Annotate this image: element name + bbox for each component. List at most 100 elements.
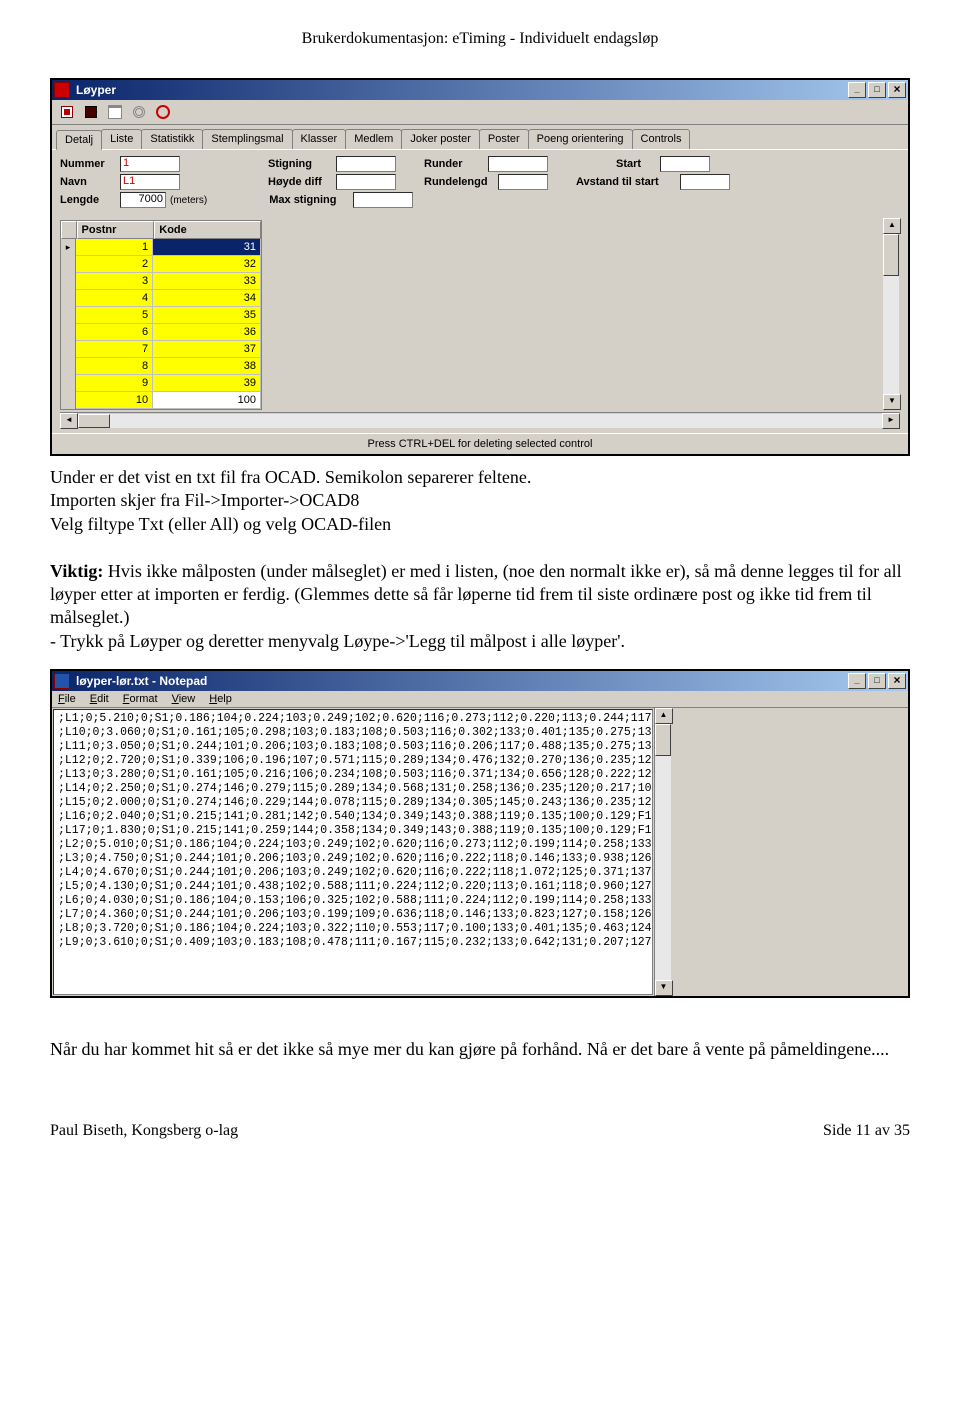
cell-kode[interactable]: 34 [153,290,261,307]
menu-view[interactable]: View [172,693,196,705]
cell-kode[interactable]: 37 [153,341,261,358]
body-text-2: Når du har kommet hit så er det ikke så … [50,1038,910,1061]
cell-postnr[interactable]: 2 [75,256,153,273]
cell-postnr[interactable]: 9 [75,375,153,392]
start-input[interactable] [660,156,710,172]
table-row[interactable]: 434 [61,290,261,307]
table-row[interactable]: 131 [61,239,261,256]
toolbar [52,100,908,125]
tab-joker-poster[interactable]: Joker poster [401,129,480,149]
col-kode[interactable]: Kode [154,221,261,239]
menu-file[interactable]: File [58,693,76,705]
label-start: Start [616,158,656,170]
scroll-right-icon[interactable]: ► [882,413,900,429]
tab-detalj[interactable]: Detalj [56,130,102,150]
maxstig-input[interactable] [353,192,413,208]
nummer-input[interactable]: 1 [120,156,180,172]
footer-left: Paul Biseth, Kongsberg o-lag [50,1122,238,1140]
stop-icon[interactable] [154,103,172,121]
cell-kode[interactable]: 32 [153,256,261,273]
label-navn: Navn [60,176,116,188]
cell-postnr[interactable]: 6 [75,324,153,341]
footer-right: Side 11 av 35 [823,1122,910,1140]
cell-postnr[interactable]: 7 [75,341,153,358]
menu-help[interactable]: Help [209,693,232,705]
cell-kode[interactable]: 35 [153,307,261,324]
runder-input[interactable] [488,156,548,172]
close-button[interactable] [888,82,906,98]
cell-kode[interactable]: 38 [153,358,261,375]
cell-kode[interactable]: 33 [153,273,261,290]
tab-strip: DetaljListeStatistikkStemplingsmalKlasse… [52,125,908,150]
label-lengde: Lengde [60,194,116,206]
table-row[interactable]: 636 [61,324,261,341]
hoyde-input[interactable] [336,174,396,190]
tab-klasser[interactable]: Klasser [292,129,347,149]
navn-input[interactable]: L1 [120,174,180,190]
stigning-input[interactable] [336,156,396,172]
label-stigning: Stigning [268,158,332,170]
menu-format[interactable]: Format [123,693,158,705]
label-rundelengd: Rundelengd [424,176,494,188]
loyper-window: Løyper DetaljListeStatistikkStemplingsma… [50,78,910,456]
tab-statistikk[interactable]: Statistikk [141,129,203,149]
label-maxstig: Max stigning [269,194,349,206]
print-preview-icon[interactable] [130,103,148,121]
table-row[interactable]: 333 [61,273,261,290]
notepad-window: løyper-lør.txt - Notepad File Edit Format V… [50,669,910,998]
table-row[interactable]: 838 [61,358,261,375]
tab-poster[interactable]: Poster [479,129,529,149]
tab-poeng-orientering[interactable]: Poeng orientering [528,129,633,149]
cell-postnr[interactable]: 5 [75,307,153,324]
scroll-left-icon[interactable]: ◄ [60,413,78,429]
print-icon[interactable] [106,103,124,121]
maximize-button[interactable] [868,673,886,689]
menu-bar: File Edit Format View Help [52,691,908,708]
cell-kode[interactable]: 39 [153,375,261,392]
minimize-button[interactable] [848,673,866,689]
doc-header: Brukerdokumentasjon: eTiming - Individue… [50,30,910,48]
rundelengd-input[interactable] [498,174,548,190]
tab-stemplingsmal[interactable]: Stemplingsmal [202,129,292,149]
v-scrollbar[interactable]: ▲ ▼ [883,218,899,410]
v-scrollbar[interactable]: ▲ ▼ [654,708,671,996]
table-row[interactable]: 535 [61,307,261,324]
cell-postnr[interactable]: 1 [75,239,153,256]
tab-medlem[interactable]: Medlem [345,129,402,149]
table-row[interactable]: 737 [61,341,261,358]
scroll-up-icon[interactable]: ▲ [883,218,901,234]
toolbar-button-1[interactable] [58,103,76,121]
lengde-input[interactable]: 7000 [120,192,166,208]
label-runder: Runder [424,158,484,170]
cell-kode[interactable]: 36 [153,324,261,341]
tab-liste[interactable]: Liste [101,129,142,149]
scroll-up-icon[interactable]: ▲ [655,708,673,724]
scroll-down-icon[interactable]: ▼ [883,394,901,410]
detail-form: Nummer 1 Stigning Runder Start Navn L1 H… [52,150,908,216]
cell-postnr[interactable]: 4 [75,290,153,307]
cell-postnr[interactable]: 3 [75,273,153,290]
tab-controls[interactable]: Controls [632,129,691,149]
h-scrollbar[interactable]: ◄ ► [60,412,900,429]
minimize-button[interactable] [848,82,866,98]
table-row[interactable]: 10100 [61,392,261,409]
titlebar: løyper-lør.txt - Notepad [52,671,908,691]
body-text-1: Under er det vist en txt fil fra OCAD. S… [50,466,910,653]
app-icon [54,82,70,98]
scroll-down-icon[interactable]: ▼ [655,980,673,996]
cell-kode[interactable]: 100 [153,392,261,409]
cell-postnr[interactable]: 10 [75,392,153,409]
label-nummer: Nummer [60,158,116,170]
menu-edit[interactable]: Edit [90,693,109,705]
maximize-button[interactable] [868,82,886,98]
table-row[interactable]: 232 [61,256,261,273]
avstand-input[interactable] [680,174,730,190]
col-postnr[interactable]: Postnr [77,221,155,239]
cell-kode[interactable]: 31 [153,239,261,256]
notepad-text-area[interactable]: ;L1;0;5.210;0;S1;0.186;104;0.224;103;0.2… [53,709,653,995]
table-row[interactable]: 939 [61,375,261,392]
close-button[interactable] [888,673,906,689]
cell-postnr[interactable]: 8 [75,358,153,375]
toolbar-button-2[interactable] [82,103,100,121]
status-text: Press CTRL+DEL for deleting selected con… [52,433,908,454]
